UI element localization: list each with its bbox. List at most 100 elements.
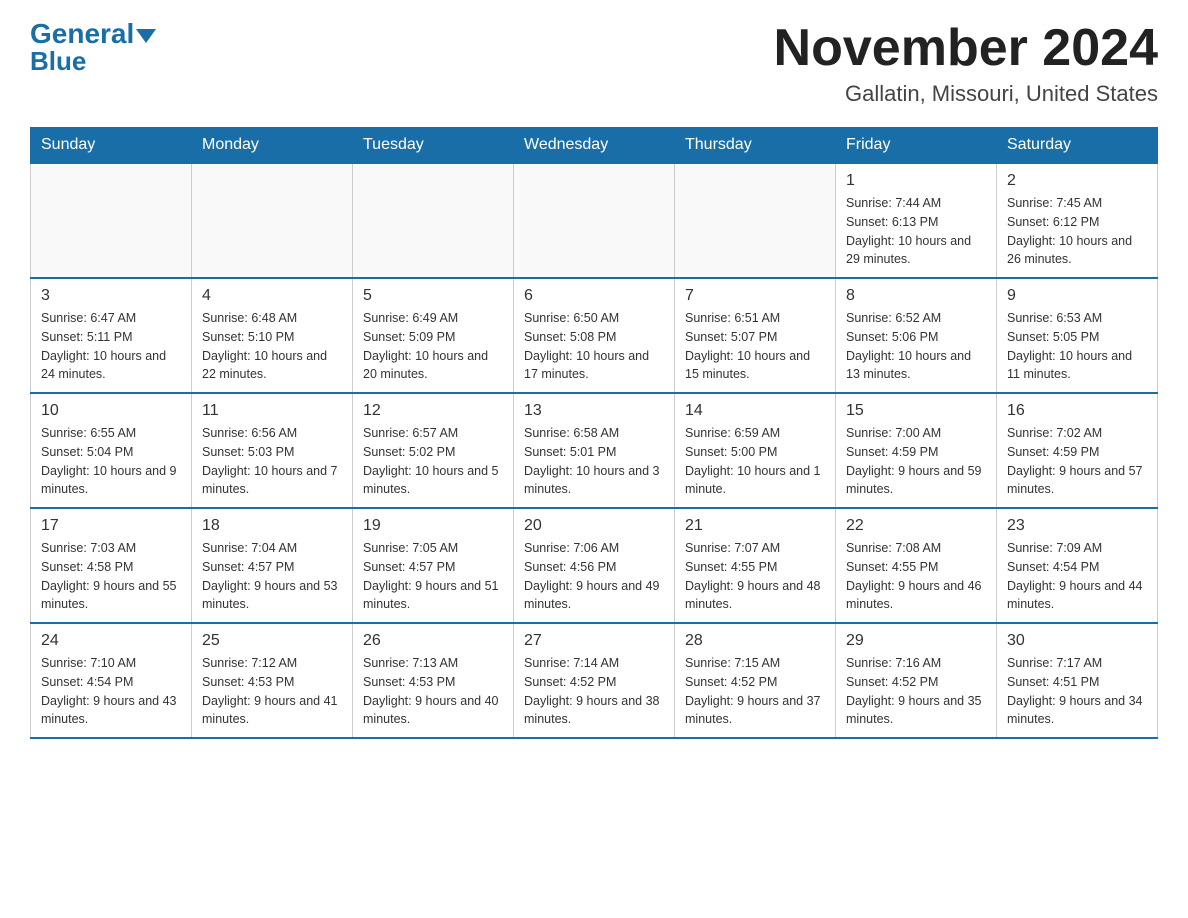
day-number: 3: [41, 287, 181, 305]
calendar-cell: 17 Sunrise: 7:03 AMSunset: 4:58 PMDayligh…: [31, 508, 192, 623]
location-text: Gallatin, Missouri, United States: [774, 81, 1158, 107]
calendar-cell: [353, 163, 514, 278]
weekday-header-thursday: Thursday: [675, 128, 836, 164]
weekday-header-wednesday: Wednesday: [514, 128, 675, 164]
logo-blue-text: Blue: [30, 48, 86, 74]
day-info: Sunrise: 6:47 AMSunset: 5:11 PMDaylight:…: [41, 309, 181, 384]
day-info: Sunrise: 6:57 AMSunset: 5:02 PMDaylight:…: [363, 424, 503, 499]
calendar-cell: [675, 163, 836, 278]
day-info: Sunrise: 7:14 AMSunset: 4:52 PMDaylight:…: [524, 654, 664, 729]
calendar-cell: 29 Sunrise: 7:16 AMSunset: 4:52 PMDayligh…: [836, 623, 997, 738]
day-info: Sunrise: 7:05 AMSunset: 4:57 PMDaylight:…: [363, 539, 503, 614]
calendar-cell: 10 Sunrise: 6:55 AMSunset: 5:04 PMDayligh…: [31, 393, 192, 508]
day-info: Sunrise: 6:49 AMSunset: 5:09 PMDaylight:…: [363, 309, 503, 384]
calendar-week-row: 24 Sunrise: 7:10 AMSunset: 4:54 PMDayligh…: [31, 623, 1158, 738]
weekday-header-saturday: Saturday: [997, 128, 1158, 164]
day-info: Sunrise: 7:12 AMSunset: 4:53 PMDaylight:…: [202, 654, 342, 729]
page-header: General Blue November 2024 Gallatin, Mis…: [30, 20, 1158, 107]
day-info: Sunrise: 7:07 AMSunset: 4:55 PMDaylight:…: [685, 539, 825, 614]
day-number: 28: [685, 632, 825, 650]
day-number: 16: [1007, 402, 1147, 420]
day-info: Sunrise: 7:00 AMSunset: 4:59 PMDaylight:…: [846, 424, 986, 499]
calendar-cell: 14 Sunrise: 6:59 AMSunset: 5:00 PMDayligh…: [675, 393, 836, 508]
calendar-cell: 4 Sunrise: 6:48 AMSunset: 5:10 PMDaylight…: [192, 278, 353, 393]
day-info: Sunrise: 7:16 AMSunset: 4:52 PMDaylight:…: [846, 654, 986, 729]
day-info: Sunrise: 7:03 AMSunset: 4:58 PMDaylight:…: [41, 539, 181, 614]
day-number: 22: [846, 517, 986, 535]
day-number: 18: [202, 517, 342, 535]
calendar-week-row: 3 Sunrise: 6:47 AMSunset: 5:11 PMDaylight…: [31, 278, 1158, 393]
calendar-cell: 22 Sunrise: 7:08 AMSunset: 4:55 PMDayligh…: [836, 508, 997, 623]
day-number: 19: [363, 517, 503, 535]
day-info: Sunrise: 6:55 AMSunset: 5:04 PMDaylight:…: [41, 424, 181, 499]
day-info: Sunrise: 6:50 AMSunset: 5:08 PMDaylight:…: [524, 309, 664, 384]
day-number: 7: [685, 287, 825, 305]
calendar-cell: 6 Sunrise: 6:50 AMSunset: 5:08 PMDaylight…: [514, 278, 675, 393]
day-number: 17: [41, 517, 181, 535]
day-number: 4: [202, 287, 342, 305]
day-number: 8: [846, 287, 986, 305]
day-info: Sunrise: 7:45 AMSunset: 6:12 PMDaylight:…: [1007, 194, 1147, 269]
logo-triangle-icon: [136, 29, 156, 43]
day-info: Sunrise: 6:59 AMSunset: 5:00 PMDaylight:…: [685, 424, 825, 499]
calendar-cell: 20 Sunrise: 7:06 AMSunset: 4:56 PMDayligh…: [514, 508, 675, 623]
calendar-cell: 8 Sunrise: 6:52 AMSunset: 5:06 PMDaylight…: [836, 278, 997, 393]
day-info: Sunrise: 6:52 AMSunset: 5:06 PMDaylight:…: [846, 309, 986, 384]
weekday-header-sunday: Sunday: [31, 128, 192, 164]
day-number: 29: [846, 632, 986, 650]
day-number: 24: [41, 632, 181, 650]
calendar-cell: 1 Sunrise: 7:44 AMSunset: 6:13 PMDaylight…: [836, 163, 997, 278]
calendar-cell: [31, 163, 192, 278]
day-number: 14: [685, 402, 825, 420]
calendar-cell: 19 Sunrise: 7:05 AMSunset: 4:57 PMDayligh…: [353, 508, 514, 623]
calendar-cell: 15 Sunrise: 7:00 AMSunset: 4:59 PMDayligh…: [836, 393, 997, 508]
day-number: 5: [363, 287, 503, 305]
calendar-cell: 9 Sunrise: 6:53 AMSunset: 5:05 PMDaylight…: [997, 278, 1158, 393]
day-number: 15: [846, 402, 986, 420]
title-section: November 2024 Gallatin, Missouri, United…: [774, 20, 1158, 107]
calendar-cell: 18 Sunrise: 7:04 AMSunset: 4:57 PMDayligh…: [192, 508, 353, 623]
weekday-header-friday: Friday: [836, 128, 997, 164]
day-info: Sunrise: 7:04 AMSunset: 4:57 PMDaylight:…: [202, 539, 342, 614]
calendar-cell: 24 Sunrise: 7:10 AMSunset: 4:54 PMDayligh…: [31, 623, 192, 738]
day-number: 1: [846, 172, 986, 190]
day-info: Sunrise: 7:13 AMSunset: 4:53 PMDaylight:…: [363, 654, 503, 729]
calendar-cell: 16Sunrise: 7:02 AMSunset: 4:59 PMDayligh…: [997, 393, 1158, 508]
day-info: Sunrise: 7:10 AMSunset: 4:54 PMDaylight:…: [41, 654, 181, 729]
calendar-cell: 27 Sunrise: 7:14 AMSunset: 4:52 PMDayligh…: [514, 623, 675, 738]
logo-general-text: General: [30, 18, 134, 49]
calendar-cell: [514, 163, 675, 278]
weekday-header-tuesday: Tuesday: [353, 128, 514, 164]
day-number: 26: [363, 632, 503, 650]
day-number: 23: [1007, 517, 1147, 535]
day-number: 6: [524, 287, 664, 305]
calendar-cell: 23Sunrise: 7:09 AMSunset: 4:54 PMDayligh…: [997, 508, 1158, 623]
day-info: Sunrise: 6:48 AMSunset: 5:10 PMDaylight:…: [202, 309, 342, 384]
day-info: Sunrise: 7:44 AMSunset: 6:13 PMDaylight:…: [846, 194, 986, 269]
day-number: 25: [202, 632, 342, 650]
calendar-cell: 7 Sunrise: 6:51 AMSunset: 5:07 PMDaylight…: [675, 278, 836, 393]
calendar-cell: 13Sunrise: 6:58 AMSunset: 5:01 PMDayligh…: [514, 393, 675, 508]
day-number: 21: [685, 517, 825, 535]
day-number: 27: [524, 632, 664, 650]
day-number: 9: [1007, 287, 1147, 305]
calendar-week-row: 10 Sunrise: 6:55 AMSunset: 5:04 PMDayligh…: [31, 393, 1158, 508]
logo: General Blue: [30, 20, 156, 74]
day-number: 30: [1007, 632, 1147, 650]
day-number: 10: [41, 402, 181, 420]
calendar-cell: 28Sunrise: 7:15 AMSunset: 4:52 PMDayligh…: [675, 623, 836, 738]
calendar-cell: [192, 163, 353, 278]
day-info: Sunrise: 7:06 AMSunset: 4:56 PMDaylight:…: [524, 539, 664, 614]
calendar-week-row: 17 Sunrise: 7:03 AMSunset: 4:58 PMDayligh…: [31, 508, 1158, 623]
day-number: 20: [524, 517, 664, 535]
day-info: Sunrise: 6:53 AMSunset: 5:05 PMDaylight:…: [1007, 309, 1147, 384]
weekday-header-monday: Monday: [192, 128, 353, 164]
day-info: Sunrise: 7:08 AMSunset: 4:55 PMDaylight:…: [846, 539, 986, 614]
day-number: 12: [363, 402, 503, 420]
calendar-cell: 25 Sunrise: 7:12 AMSunset: 4:53 PMDayligh…: [192, 623, 353, 738]
day-info: Sunrise: 6:58 AMSunset: 5:01 PMDaylight:…: [524, 424, 664, 499]
day-info: Sunrise: 6:56 AMSunset: 5:03 PMDaylight:…: [202, 424, 342, 499]
day-info: Sunrise: 7:17 AMSunset: 4:51 PMDaylight:…: [1007, 654, 1147, 729]
day-info: Sunrise: 6:51 AMSunset: 5:07 PMDaylight:…: [685, 309, 825, 384]
calendar-cell: 21 Sunrise: 7:07 AMSunset: 4:55 PMDayligh…: [675, 508, 836, 623]
